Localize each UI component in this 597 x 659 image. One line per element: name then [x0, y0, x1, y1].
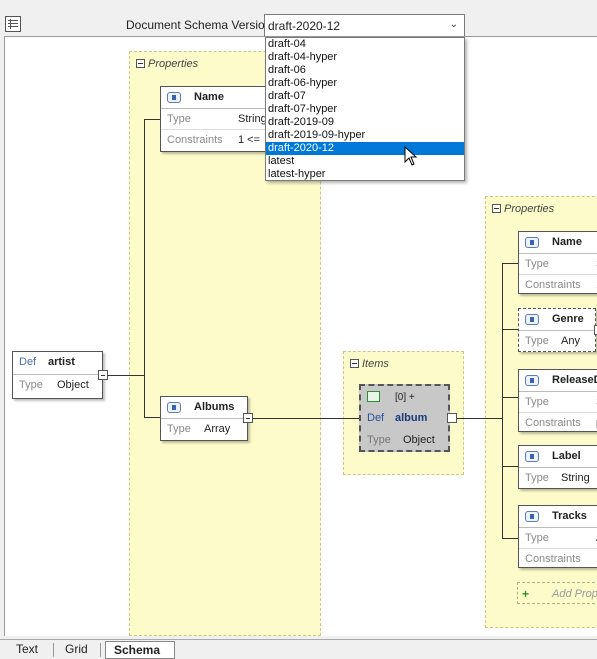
property-icon: [525, 451, 539, 462]
schema-version-dropdown[interactable]: draft-04 draft-04-hyper draft-06 draft-0…: [265, 37, 465, 181]
type-value: Any: [561, 335, 580, 347]
dropdown-option[interactable]: draft-04-hyper: [266, 51, 464, 64]
dropdown-option[interactable]: draft-2019-09: [266, 116, 464, 129]
mouse-cursor-icon: [404, 146, 418, 166]
root-node-artist[interactable]: Def artist Type Object: [12, 351, 108, 399]
expand-toggle-icon[interactable]: [447, 413, 457, 423]
type-key: Type: [19, 379, 43, 391]
type-key: Type: [525, 335, 549, 347]
dropdown-option[interactable]: draft-2019-09-hyper: [266, 129, 464, 142]
property-title: ReleaseD: [552, 374, 597, 386]
dropdown-option[interactable]: draft-06-hyper: [266, 77, 464, 90]
schema-version-value: draft-2020-12: [268, 19, 341, 33]
connector-line: [252, 418, 359, 419]
property-node-releasedate[interactable]: ReleaseD Type S Constraints p: [518, 369, 597, 432]
items-group-label: Items: [362, 358, 389, 370]
properties-group-label: Properties: [148, 58, 199, 70]
type-value: Array: [204, 423, 231, 435]
tab-divider: [53, 643, 54, 657]
collapse-toggle-icon[interactable]: [136, 59, 145, 68]
tab-divider: [100, 643, 101, 657]
connector-line: [455, 418, 502, 419]
items-multiplicity: [0] +: [395, 392, 415, 403]
dropdown-option-selected[interactable]: draft-2020-12: [266, 142, 464, 155]
property-title: Tracks: [552, 510, 587, 522]
collapse-toggle-icon[interactable]: [350, 359, 359, 368]
property-title: Albums: [194, 401, 235, 413]
def-value: album: [395, 412, 428, 424]
type-value: String: [561, 472, 590, 484]
connector-line: [144, 119, 160, 120]
connector-line: [502, 466, 518, 467]
def-key: Def: [367, 412, 385, 424]
view-tabs: Text Grid Schema ▾: [0, 639, 597, 659]
tab-schema[interactable]: Schema ▾: [105, 641, 175, 659]
schema-version-label: Document Schema Version:: [126, 18, 275, 32]
connector-line: [502, 263, 503, 539]
property-node-albums[interactable]: Albums Type Array: [160, 396, 253, 441]
tab-schema-label: Schema: [114, 643, 161, 657]
expand-toggle-icon[interactable]: [243, 413, 253, 423]
type-value: String: [238, 113, 267, 125]
expand-toggle-icon[interactable]: [98, 370, 108, 380]
tab-grid[interactable]: Grid: [57, 641, 96, 659]
properties-group-label: Properties: [504, 203, 555, 215]
add-property-label: Add Prope: [552, 588, 597, 600]
type-value: Object: [403, 434, 435, 446]
type-key: Type: [525, 472, 549, 484]
type-key: Type: [525, 532, 549, 544]
connector-line: [502, 329, 518, 330]
property-node-label[interactable]: Label Type String: [518, 445, 597, 489]
dropdown-option[interactable]: draft-07: [266, 90, 464, 103]
type-key: Type: [167, 423, 191, 435]
connector-line: [502, 263, 518, 264]
property-icon: [525, 314, 539, 325]
property-title: Genre: [552, 313, 584, 325]
collapse-toggle-icon[interactable]: [492, 204, 501, 213]
dropdown-option[interactable]: draft-06: [266, 64, 464, 77]
constraints-key: Constraints: [525, 553, 581, 565]
items-icon: [367, 391, 380, 402]
constraints-key: Constraints: [525, 279, 581, 291]
property-icon: [525, 237, 539, 248]
dropdown-option[interactable]: draft-07-hyper: [266, 103, 464, 116]
type-value: Object: [57, 379, 89, 391]
property-title: Name: [194, 91, 224, 103]
type-key: Type: [167, 113, 191, 125]
connector-line: [502, 538, 518, 539]
property-node-tracks[interactable]: Tracks Type A Constraints 1: [518, 505, 597, 568]
connector-line: [502, 397, 518, 398]
connector-line: [144, 119, 145, 417]
type-key: Type: [525, 258, 549, 270]
chevron-down-icon[interactable]: ⌄: [450, 19, 458, 30]
def-value: artist: [48, 356, 75, 368]
connector-line: [108, 375, 144, 376]
property-title: Name: [552, 236, 582, 248]
dropdown-option[interactable]: draft-04: [266, 38, 464, 51]
property-node-genre[interactable]: Genre Type Any: [518, 308, 597, 352]
property-icon: [525, 375, 539, 386]
add-property-button[interactable]: + Add Prope: [517, 582, 597, 604]
property-icon: [167, 402, 181, 413]
connector-line: [144, 417, 160, 418]
dropdown-option[interactable]: latest-hyper: [266, 168, 464, 181]
constraints-value: 1 <=: [238, 134, 261, 146]
type-key: Type: [525, 396, 549, 408]
schema-version-select[interactable]: draft-2020-12 ⌄: [264, 14, 465, 37]
dropdown-option[interactable]: latest: [266, 155, 464, 168]
constraints-key: Constraints: [167, 134, 223, 146]
tab-text[interactable]: Text: [8, 641, 46, 659]
def-key: Def: [19, 356, 37, 368]
add-icon: +: [522, 587, 530, 601]
property-icon: [525, 511, 539, 522]
constraints-key: Constraints: [525, 417, 581, 429]
property-title: Label: [552, 450, 581, 462]
property-icon: [167, 92, 181, 103]
schema-menu-icon[interactable]: [5, 16, 21, 32]
type-key: Type: [367, 434, 391, 446]
property-node-name-right[interactable]: Name Type S Constraints 1: [518, 231, 597, 294]
items-node-album[interactable]: [0] + Def album Type Object: [359, 384, 457, 452]
